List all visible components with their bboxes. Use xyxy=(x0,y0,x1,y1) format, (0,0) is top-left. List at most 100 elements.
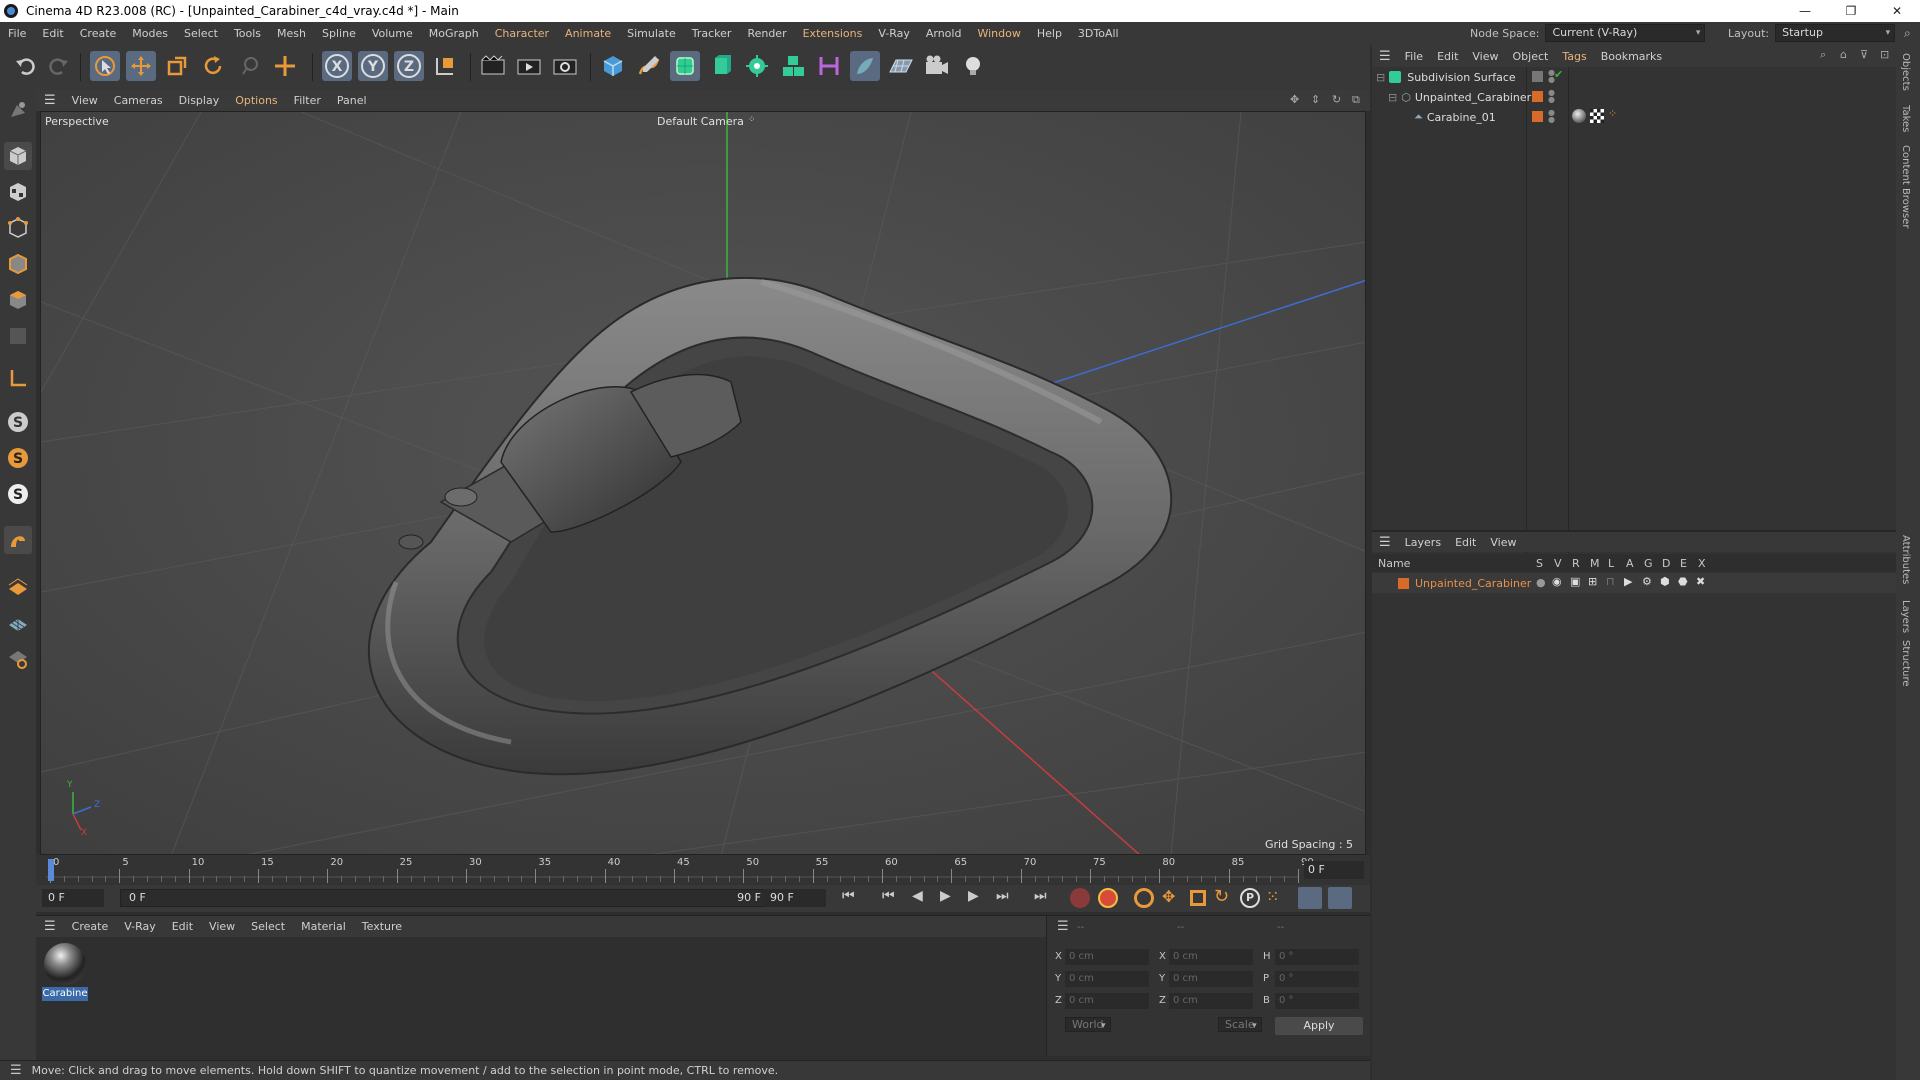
render-picture-viewer-icon[interactable] xyxy=(514,51,544,81)
preview-range-slider[interactable]: 0 F 90 F xyxy=(120,889,780,907)
viewport-menu-filter[interactable]: Filter xyxy=(286,94,329,107)
menu-modes[interactable]: Modes xyxy=(124,27,176,40)
uv-mode-icon[interactable] xyxy=(4,322,32,350)
deformer-bend-icon[interactable] xyxy=(814,51,844,81)
keyframe-selection-icon[interactable] xyxy=(1134,888,1154,908)
texture-mode-icon[interactable] xyxy=(4,178,32,206)
layer-animation-icon[interactable]: ▶ xyxy=(1624,575,1632,588)
coords-menu-hamburger-icon[interactable]: ☰ xyxy=(1057,919,1069,934)
go-to-end-icon[interactable]: ⏭ xyxy=(1034,888,1047,904)
menu-3dtoall[interactable]: 3DToAll xyxy=(1070,27,1127,40)
key-rotation-icon[interactable]: ↻ xyxy=(1214,886,1229,907)
rot-b-field[interactable]: 0 ° xyxy=(1275,993,1359,1009)
object-menu-bookmarks[interactable]: Bookmarks xyxy=(1594,50,1669,63)
play-forward-icon[interactable]: ▶ xyxy=(940,888,951,904)
tab-layers[interactable]: Layers xyxy=(1900,600,1911,633)
object-menu-object[interactable]: Object xyxy=(1506,50,1556,63)
object-new-window-icon[interactable]: ⊡ xyxy=(1880,48,1889,61)
layer-lock-icon[interactable]: ⊓ xyxy=(1606,575,1615,588)
menu-select[interactable]: Select xyxy=(176,27,226,40)
tab-objects[interactable]: Objects xyxy=(1900,53,1911,91)
object-row-carabine-01[interactable]: ⏶ Carabine_01 ● ● ⁘ xyxy=(1372,107,1896,127)
timeline-playhead[interactable] xyxy=(48,859,54,881)
mograph-cloner-icon[interactable] xyxy=(742,51,772,81)
layer-deformers-icon[interactable]: ⬢ xyxy=(1660,575,1670,588)
menu-mograph[interactable]: MoGraph xyxy=(421,27,487,40)
menu-render[interactable]: Render xyxy=(739,27,794,40)
layer-visible-icon[interactable]: ◉ xyxy=(1552,575,1562,588)
size-mode-dropdown[interactable]: Scale xyxy=(1218,1017,1262,1032)
menu-create[interactable]: Create xyxy=(72,27,125,40)
menu-window[interactable]: Window xyxy=(969,27,1028,40)
make-editable-icon[interactable] xyxy=(4,96,32,124)
object-menu-tags[interactable]: Tags xyxy=(1555,50,1593,63)
material-menu-edit[interactable]: Edit xyxy=(164,920,201,933)
render-view-icon[interactable] xyxy=(478,51,508,81)
pos-y-field[interactable]: 0 cm xyxy=(1065,971,1149,987)
menu-edit[interactable]: Edit xyxy=(34,27,71,40)
object-home-icon[interactable]: ⌂ xyxy=(1840,48,1847,61)
object-menu-edit[interactable]: Edit xyxy=(1430,50,1465,63)
layout-dropdown[interactable]: Startup xyxy=(1775,24,1896,42)
model-mode-icon[interactable] xyxy=(4,142,32,170)
collapse-icon[interactable]: ⊟ xyxy=(1388,91,1397,104)
recent-tool-icon[interactable] xyxy=(234,51,264,81)
tweak-mode-icon[interactable] xyxy=(4,526,32,554)
key-pla-icon[interactable]: ⁙ xyxy=(1266,887,1279,906)
search-icon[interactable]: ⌕ xyxy=(1904,26,1911,41)
layer-color-swatch[interactable] xyxy=(1532,111,1543,122)
menu-spline[interactable]: Spline xyxy=(314,27,364,40)
previous-key-icon[interactable]: ⏮ xyxy=(882,888,895,904)
camera-object-icon[interactable] xyxy=(922,51,952,81)
object-menu-view[interactable]: View xyxy=(1465,50,1505,63)
viewport-menu-display[interactable]: Display xyxy=(171,94,228,107)
status-menu-icon[interactable]: ☰ xyxy=(0,1063,32,1078)
scale-tool-icon[interactable] xyxy=(162,51,192,81)
next-key-icon[interactable]: ⏭ xyxy=(996,888,1009,904)
previous-frame-icon[interactable]: ◀ xyxy=(912,888,923,904)
render-settings-icon[interactable] xyxy=(550,51,580,81)
undo-icon[interactable] xyxy=(10,51,40,81)
viewport-pan-icon[interactable]: ✥ xyxy=(1290,93,1299,106)
menu-volume[interactable]: Volume xyxy=(364,27,421,40)
edges-mode-icon[interactable] xyxy=(4,250,32,278)
size-z-field[interactable]: 0 cm xyxy=(1169,993,1253,1009)
autokey-icon[interactable] xyxy=(1098,888,1118,908)
layer-color-swatch[interactable] xyxy=(1398,577,1409,589)
timeline-window-icon[interactable] xyxy=(1328,887,1352,909)
tab-structure[interactable]: Structure xyxy=(1900,640,1911,687)
record-active-icon[interactable] xyxy=(1070,888,1090,908)
menu-arnold[interactable]: Arnold xyxy=(918,27,970,40)
active-camera-label[interactable]: Default Camera xyxy=(657,115,744,128)
object-row-unpainted-carabiner[interactable]: ⊟ ⬡ Unpainted_Carabiner ● ● xyxy=(1372,87,1896,107)
layer-color-swatch[interactable] xyxy=(1532,91,1543,102)
rot-h-field[interactable]: 0 ° xyxy=(1275,949,1359,965)
floor-object-icon[interactable] xyxy=(886,51,916,81)
material-menu-vray[interactable]: V-Ray xyxy=(116,920,164,933)
pen-spline-icon[interactable] xyxy=(634,51,664,81)
x-axis-lock-icon[interactable]: X xyxy=(322,51,352,81)
viewport-zoom-icon[interactable]: ⇕ xyxy=(1311,93,1320,106)
go-to-start-icon[interactable]: ⏮ xyxy=(842,888,855,904)
close-button[interactable]: ✕ xyxy=(1874,0,1920,22)
key-scale-icon[interactable] xyxy=(1190,890,1206,906)
node-space-dropdown[interactable]: Current (V-Ray) xyxy=(1545,24,1706,42)
polygons-mode-icon[interactable] xyxy=(4,286,32,314)
uvw-tag-icon[interactable] xyxy=(1590,109,1604,123)
workplane-icon[interactable] xyxy=(4,572,32,600)
size-y-field[interactable]: 0 cm xyxy=(1169,971,1253,987)
next-frame-icon[interactable]: ▶ xyxy=(968,888,979,904)
layer-solo-icon[interactable]: ● xyxy=(1536,576,1546,589)
scene-environment-icon[interactable] xyxy=(850,51,880,81)
viewport-menu-view[interactable]: View xyxy=(64,94,106,107)
material-menu-create[interactable]: Create xyxy=(64,920,117,933)
extrude-generator-icon[interactable] xyxy=(706,51,736,81)
layer-slot-icon[interactable] xyxy=(1532,71,1543,82)
layer-menu-view[interactable]: View xyxy=(1483,536,1523,549)
locked-workplane-icon[interactable] xyxy=(4,608,32,636)
pos-x-field[interactable]: 0 cm xyxy=(1065,949,1149,965)
array-cubes-icon[interactable] xyxy=(778,51,808,81)
object-filter-icon[interactable]: ⊽ xyxy=(1860,48,1868,61)
menu-file[interactable]: File xyxy=(0,27,34,40)
tab-takes[interactable]: Takes xyxy=(1900,105,1911,132)
